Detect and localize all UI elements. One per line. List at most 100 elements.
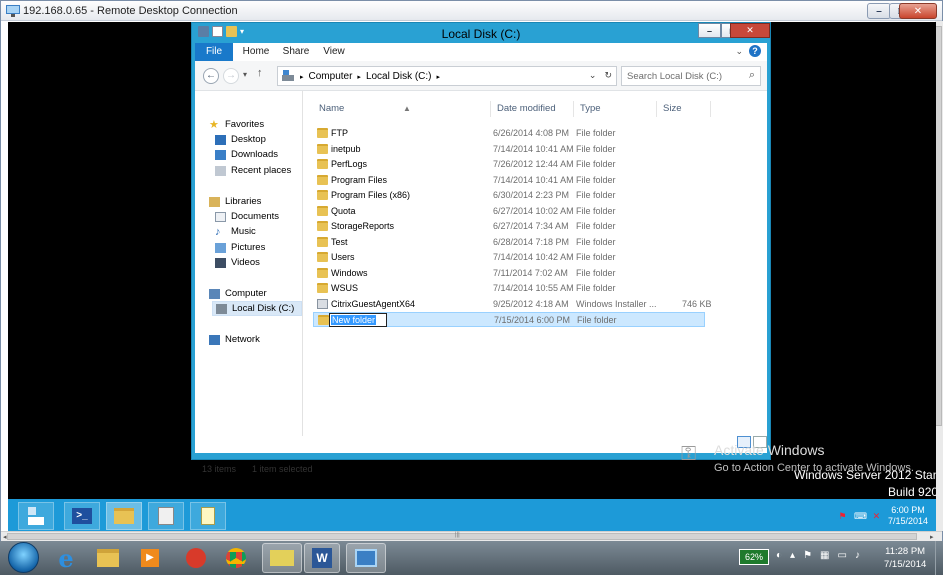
nav-downloads[interactable]: Downloads xyxy=(215,147,278,162)
file-name: Quota xyxy=(331,205,356,216)
folder-icon xyxy=(317,128,328,138)
search-input[interactable]: Search Local Disk (C:) ⌕ xyxy=(621,66,761,86)
table-row[interactable]: Windows 7/11/2014 7:02 AM File folder xyxy=(313,266,705,281)
nav-pictures[interactable]: Pictures xyxy=(215,240,265,255)
battery-indicator[interactable]: 62% xyxy=(739,549,769,565)
remote-desktop-button[interactable] xyxy=(346,543,386,573)
breadcrumb-local-disk[interactable]: Local Disk (C:) xyxy=(366,71,432,82)
display-icon[interactable]: ▭ xyxy=(838,550,847,561)
recent-locations-icon[interactable]: ▾ xyxy=(243,70,247,79)
column-header-type[interactable]: Type xyxy=(574,101,657,117)
tab-share[interactable]: Share xyxy=(279,43,313,61)
address-dropdown-icon[interactable]: ⌄ xyxy=(589,70,597,81)
file-date: 9/25/2012 4:18 AM xyxy=(493,298,569,309)
column-header-size[interactable]: Size xyxy=(657,101,711,117)
chevron-right-icon[interactable]: ▸ xyxy=(357,73,361,81)
chrome-button[interactable] xyxy=(220,543,252,573)
refresh-icon[interactable]: ↻ xyxy=(604,70,612,81)
table-row[interactable]: StorageReports 6/27/2014 7:34 AM File fold… xyxy=(313,219,705,234)
explorer-titlebar[interactable]: ▾ Local Disk (C:) – □ ✕ xyxy=(192,23,770,43)
folder-icon xyxy=(318,315,329,325)
breadcrumb-computer[interactable]: Computer xyxy=(309,71,353,82)
scroll-left-icon[interactable]: ◂ xyxy=(3,533,7,541)
tray-icon[interactable]: ◐ xyxy=(776,550,782,561)
action-center-icon[interactable]: ⚑ xyxy=(837,511,848,522)
search-icon[interactable]: ⌕ xyxy=(749,69,755,82)
server-clock[interactable]: 6:00 PM 7/15/2014 xyxy=(888,505,928,527)
table-row[interactable]: Test 6/28/2014 7:18 PM File folder xyxy=(313,235,705,250)
rdp-minimize-button[interactable]: – xyxy=(867,3,891,19)
expand-ribbon-icon[interactable]: ⌄ xyxy=(735,46,743,57)
nav-music[interactable]: ♪ Music xyxy=(215,224,256,239)
tab-file[interactable]: File xyxy=(195,43,233,61)
media-player-button[interactable]: ▶ xyxy=(134,543,166,573)
table-row[interactable]: New folder 7/15/2014 6:00 PM File folder xyxy=(313,312,705,327)
chevron-right-icon[interactable]: ▸ xyxy=(300,73,304,81)
tab-view[interactable]: View xyxy=(317,43,351,61)
scroll-right-icon[interactable]: ▸ xyxy=(930,533,934,541)
table-row[interactable]: Program Files 7/14/2014 10:41 AM File fold… xyxy=(313,173,705,188)
nav-videos[interactable]: Videos xyxy=(215,255,260,270)
table-row[interactable]: inetpub 7/14/2014 10:41 AM File folder xyxy=(313,142,705,157)
table-row[interactable]: CitrixGuestAgentX64 9/25/2012 4:18 AM Wind… xyxy=(313,297,712,312)
internet-explorer-icon[interactable]: e xyxy=(50,543,82,573)
documents-icon xyxy=(215,211,226,222)
windows-explorer-taskbar-button[interactable] xyxy=(92,543,124,573)
address-bar[interactable]: ▸ Computer ▸ Local Disk (C:) ▸ ⌄ ↻ xyxy=(277,66,617,86)
minimize-button[interactable]: – xyxy=(698,23,721,38)
table-row[interactable]: PerfLogs 7/26/2012 12:44 AM File folder xyxy=(313,157,705,172)
ribbon: File Home Share View ⌄ ? xyxy=(195,43,767,61)
file-type: File folder xyxy=(576,252,616,262)
nav-recent-places[interactable]: Recent places xyxy=(215,163,291,178)
start-button[interactable] xyxy=(8,542,39,573)
close-button[interactable]: ✕ xyxy=(730,23,770,38)
horizontal-scroll-thumb[interactable] xyxy=(7,533,917,540)
back-arrow-icon[interactable]: ← xyxy=(203,68,219,84)
nav-libraries[interactable]: Libraries xyxy=(209,194,261,209)
powershell-button[interactable]: >_ xyxy=(64,502,100,530)
keyboard-icon[interactable]: ⌨ xyxy=(854,511,867,522)
rdp-vertical-scrollbar[interactable] xyxy=(935,21,943,531)
network-status-icon[interactable]: ✕ xyxy=(871,511,882,522)
document-app-button[interactable] xyxy=(148,502,184,530)
rdp-close-button[interactable]: ✕ xyxy=(899,3,937,19)
table-row[interactable]: Users 7/14/2014 10:42 AM File folder xyxy=(313,250,705,265)
show-desktop-button[interactable] xyxy=(935,541,943,575)
help-icon[interactable]: ? xyxy=(749,45,761,57)
notepad-button[interactable] xyxy=(190,502,226,530)
rdp-titlebar[interactable]: 192.168.0.65 - Remote Desktop Connection… xyxy=(1,1,942,21)
word-button[interactable]: W xyxy=(304,543,340,573)
nav-local-disk[interactable]: Local Disk (C:) xyxy=(212,301,302,316)
column-header-name[interactable]: Name ▲ xyxy=(313,101,491,117)
nav-favorites[interactable]: ★ Favorites xyxy=(209,117,264,132)
flag-icon[interactable]: ⚑ xyxy=(803,550,812,561)
nav-desktop[interactable]: Desktop xyxy=(215,132,266,147)
explorer-content: ★ Favorites Desktop Downloads Recent plac… xyxy=(195,91,767,453)
network-icon[interactable]: ▦ xyxy=(820,550,829,561)
rdp-horizontal-scrollbar[interactable]: ◂ ||| ▸ xyxy=(1,531,942,541)
up-arrow-icon[interactable]: ↑ xyxy=(257,67,263,79)
local-clock[interactable]: 11:28 PM 7/15/2014 xyxy=(884,545,926,571)
table-row[interactable]: Program Files (x86) 6/30/2014 2:23 PM File… xyxy=(313,188,705,203)
server-manager-button[interactable] xyxy=(18,502,54,530)
table-row[interactable]: WSUS 7/14/2014 10:55 AM File folder xyxy=(313,281,705,296)
show-hidden-icons-icon[interactable]: ▴ xyxy=(790,550,795,561)
chevron-right-icon[interactable]: ▸ xyxy=(437,73,441,81)
folder-app-button[interactable] xyxy=(262,543,302,573)
table-row[interactable]: FTP 6/26/2014 4:08 PM File folder xyxy=(313,126,705,141)
table-row[interactable]: Quota 6/27/2014 10:02 AM File folder xyxy=(313,204,705,219)
forward-arrow-icon[interactable]: → xyxy=(223,68,239,84)
file-size: 746 KB xyxy=(682,298,712,309)
file-explorer-button[interactable] xyxy=(106,502,142,530)
vertical-scroll-thumb[interactable] xyxy=(935,26,942,426)
nav-network[interactable]: Network xyxy=(209,332,260,347)
nav-computer[interactable]: Computer xyxy=(209,286,267,301)
column-header-date[interactable]: Date modified xyxy=(491,101,574,117)
volume-icon[interactable]: ♪ xyxy=(855,550,860,561)
tab-home[interactable]: Home xyxy=(239,43,273,61)
app-button-red[interactable] xyxy=(180,543,212,573)
rename-input[interactable]: New folder xyxy=(329,313,387,327)
navigation-pane: ★ Favorites Desktop Downloads Recent plac… xyxy=(195,91,303,436)
nav-documents[interactable]: Documents xyxy=(215,209,279,224)
search-placeholder: Search Local Disk (C:) xyxy=(627,71,723,82)
